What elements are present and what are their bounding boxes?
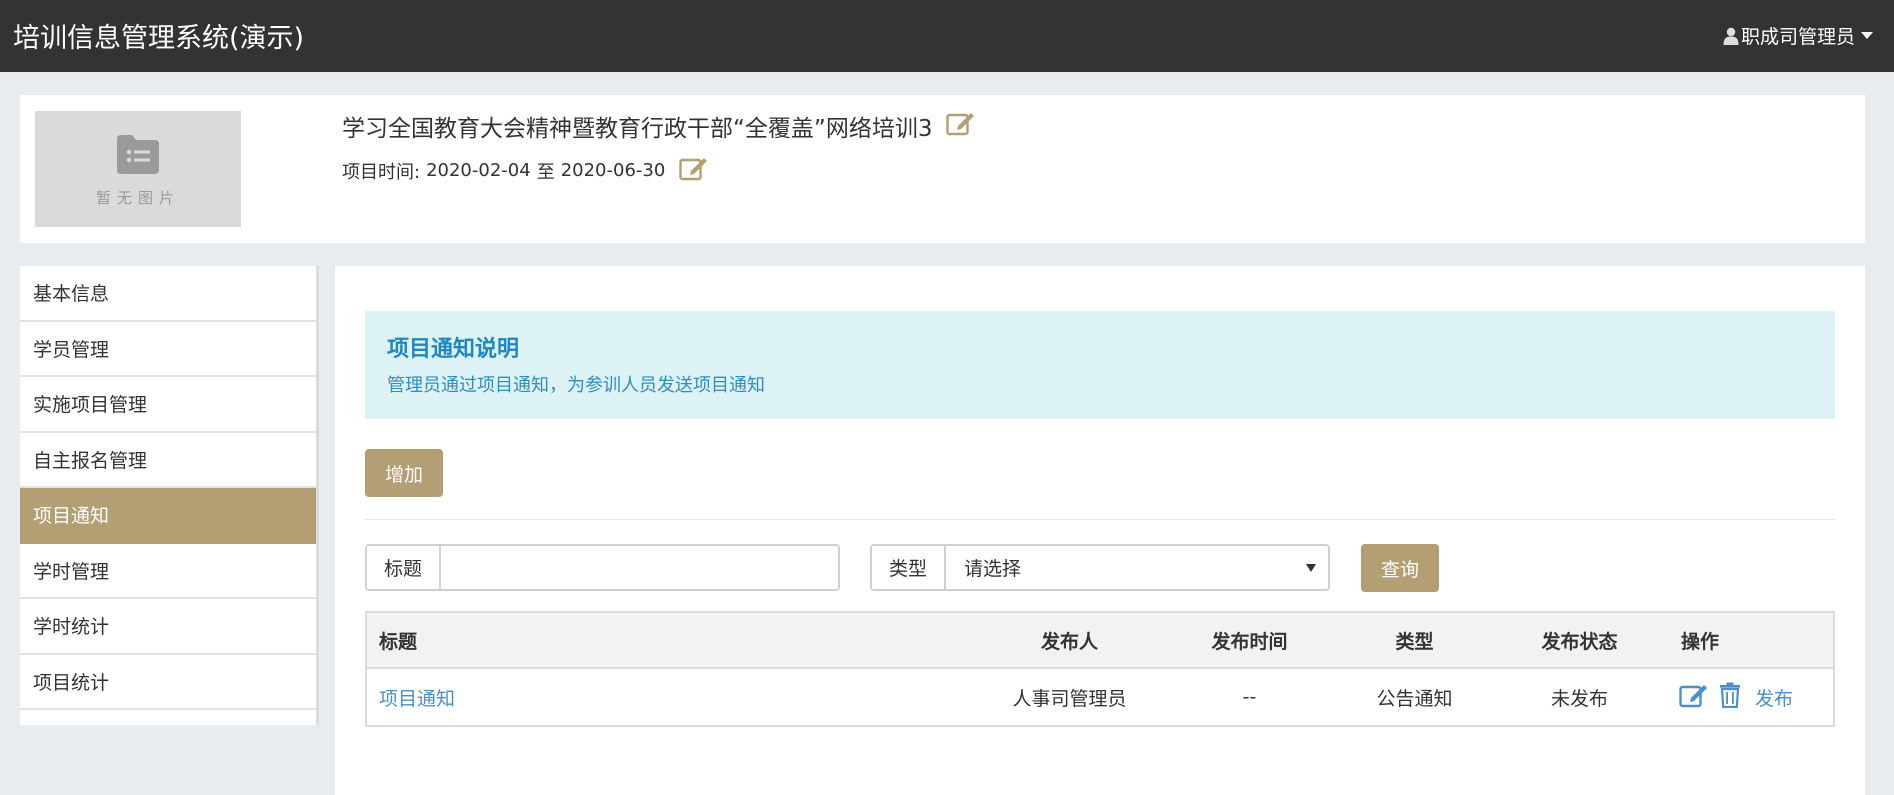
sidebar-item-project-stats[interactable]: 项目统计 xyxy=(20,655,318,710)
sidebar-item-hours-stats[interactable]: 学时统计 xyxy=(20,599,318,655)
project-header: 暂无图片 学习全国教育大会精神暨教育行政干部“全覆盖”网络培训3 项目时间: 2… xyxy=(20,95,1865,243)
sidebar-item-basic-info[interactable]: 基本信息 xyxy=(20,266,318,322)
col-header-time: 发布时间 xyxy=(1211,630,1288,653)
sidebar-item-label: 学员管理 xyxy=(33,338,110,361)
sidebar-item-label: 学时管理 xyxy=(33,560,110,583)
title-filter: 标题 xyxy=(365,544,840,591)
sidebar-item-label: 实施项目管理 xyxy=(33,394,148,417)
project-start-date: 2020-02-04 xyxy=(426,160,531,181)
cell-ops: 发布 xyxy=(1667,669,1833,725)
cell-status: 未发布 xyxy=(1550,687,1608,710)
project-time: 项目时间: 2020-02-04 至 2020-06-30 xyxy=(342,155,709,186)
trash-icon[interactable] xyxy=(1719,682,1741,713)
sidebar-item-label: 基本信息 xyxy=(33,283,110,306)
title-filter-input[interactable] xyxy=(441,546,822,589)
user-name: 职成司管理员 xyxy=(1740,26,1855,48)
sidebar-item-hours[interactable]: 学时管理 xyxy=(20,544,318,599)
edit-title-icon[interactable] xyxy=(946,110,976,142)
project-title-text: 学习全国教育大会精神暨教育行政干部“全覆盖”网络培训3 xyxy=(342,116,933,142)
select-arrow-icon xyxy=(1306,564,1317,572)
sidebar-item-label: 学时统计 xyxy=(33,616,110,639)
edit-time-icon[interactable] xyxy=(679,155,709,186)
notice-table: 标题 发布人 发布时间 类型 发布状态 操作 项目通知 人事司管理员 -- 公告… xyxy=(365,611,1835,727)
sidebar-item-label: 项目统计 xyxy=(33,671,110,694)
publish-link[interactable]: 发布 xyxy=(1755,684,1793,711)
divider xyxy=(365,519,1835,520)
table-header-row: 标题 发布人 发布时间 类型 发布状态 操作 xyxy=(367,613,1833,669)
table-row: 项目通知 人事司管理员 -- 公告通知 未发布 发布 xyxy=(367,669,1833,725)
type-filter-label: 类型 xyxy=(872,546,947,589)
user-menu[interactable]: 职成司管理员 xyxy=(1723,22,1873,49)
sidebar-item-students[interactable]: 学员管理 xyxy=(20,322,318,377)
notice-title-link[interactable]: 项目通知 xyxy=(379,684,455,711)
top-navbar: 培训信息管理系统(演示) 职成司管理员 xyxy=(0,0,1894,72)
cell-time: -- xyxy=(1242,686,1257,708)
notice-info-box: 项目通知说明 管理员通过项目通知，为参训人员发送项目通知 xyxy=(365,311,1835,419)
project-time-label: 项目时间: xyxy=(342,161,421,183)
sidebar-item-project-notice[interactable]: 项目通知 xyxy=(20,488,318,544)
add-button[interactable]: 增加 xyxy=(365,449,443,497)
edit-icon[interactable] xyxy=(1679,682,1709,713)
col-header-title: 标题 xyxy=(379,630,418,653)
query-button[interactable]: 查询 xyxy=(1361,544,1439,592)
folder-list-icon xyxy=(117,135,159,174)
sidebar-item-label: 自主报名管理 xyxy=(33,449,148,472)
cell-publisher: 人事司管理员 xyxy=(1012,687,1127,710)
col-header-type: 类型 xyxy=(1395,630,1434,653)
main-content: 项目通知说明 管理员通过项目通知，为参训人员发送项目通知 增加 标题 类型 请选… xyxy=(335,266,1865,795)
caret-down-icon xyxy=(1861,32,1873,39)
project-range-sep: 至 xyxy=(536,161,555,183)
notice-info-title: 项目通知说明 xyxy=(387,337,520,362)
sidebar-item-implementation[interactable]: 实施项目管理 xyxy=(20,377,318,433)
type-select-value: 请选择 xyxy=(964,558,1022,580)
user-icon xyxy=(1723,27,1739,45)
col-header-status: 发布状态 xyxy=(1541,630,1618,653)
sidebar-nav: 基本信息 学员管理 实施项目管理 自主报名管理 项目通知 学时管理 学时统计 项… xyxy=(20,266,318,725)
title-filter-label: 标题 xyxy=(367,546,442,589)
cell-type: 公告通知 xyxy=(1376,687,1453,710)
sidebar-item-label: 项目通知 xyxy=(33,505,110,528)
sidebar-edge xyxy=(316,266,319,725)
app-title: 培训信息管理系统(演示) xyxy=(13,23,305,54)
type-select[interactable]: 请选择 xyxy=(946,546,1326,589)
col-header-ops: 操作 xyxy=(1681,630,1720,653)
project-end-date: 2020-06-30 xyxy=(560,160,666,181)
project-thumbnail: 暂无图片 xyxy=(35,111,241,227)
project-title: 学习全国教育大会精神暨教育行政干部“全覆盖”网络培训3 xyxy=(342,109,976,143)
col-header-publisher: 发布人 xyxy=(1040,630,1098,653)
type-filter: 类型 请选择 xyxy=(870,544,1330,591)
thumbnail-placeholder-text: 暂无图片 xyxy=(95,189,180,207)
sidebar-item-self-registration[interactable]: 自主报名管理 xyxy=(20,433,318,488)
notice-info-desc: 管理员通过项目通知，为参训人员发送项目通知 xyxy=(387,375,765,396)
